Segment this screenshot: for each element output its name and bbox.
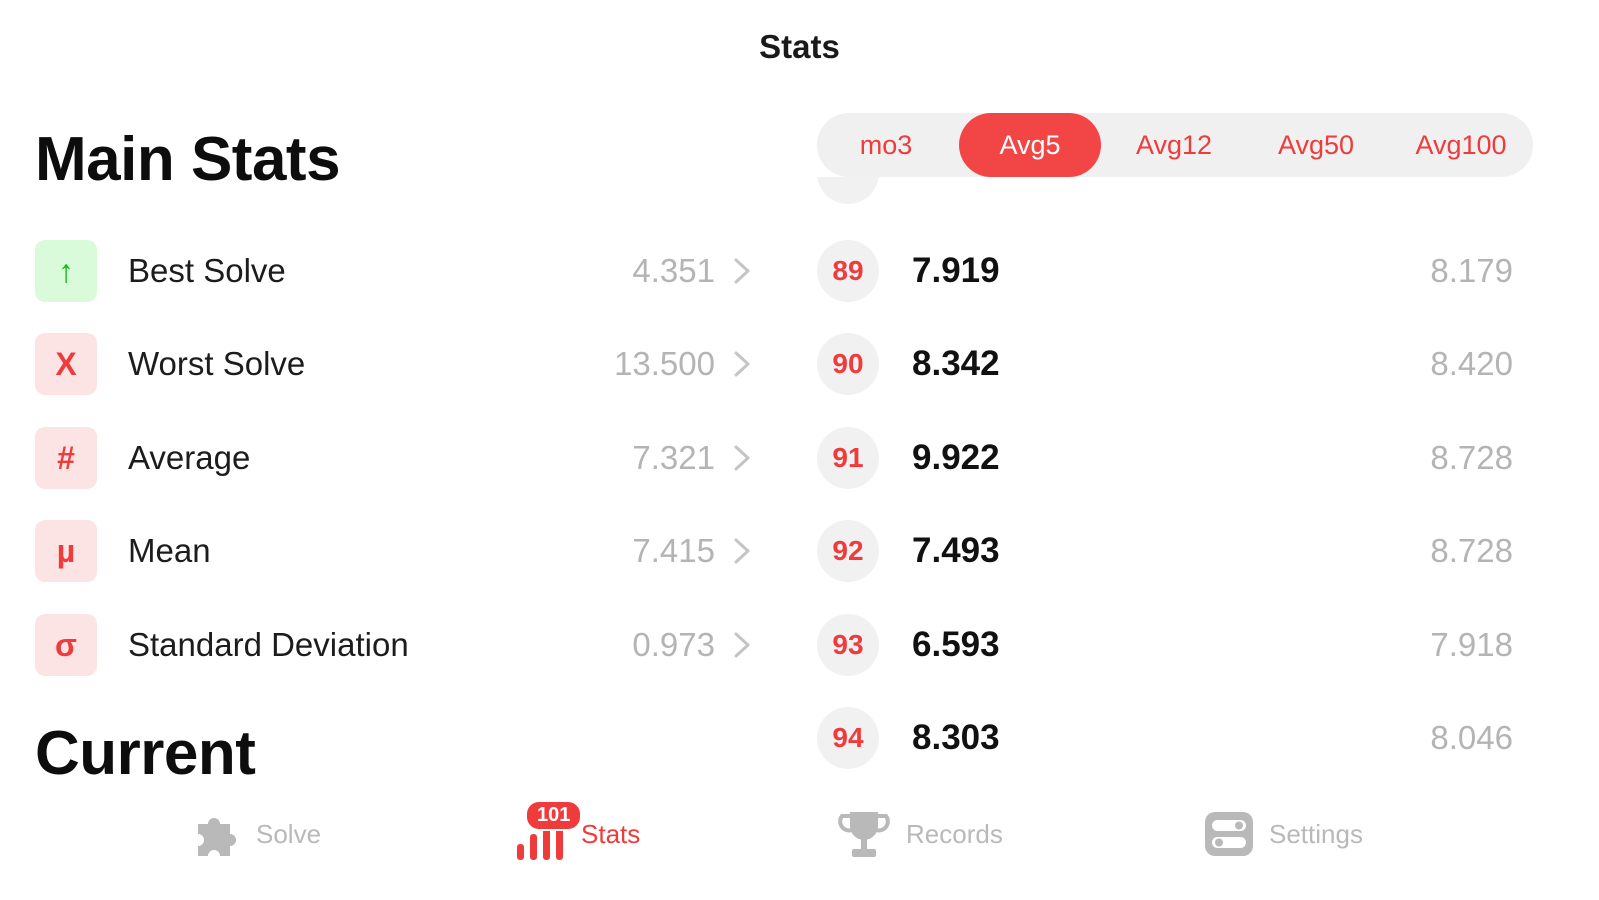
solve-time: 6.593 (912, 625, 1000, 664)
x-icon: X (35, 333, 97, 395)
stat-label: Best Solve (128, 252, 286, 289)
segment-avg12[interactable]: Avg12 (1105, 113, 1243, 177)
average-segmented-control: mo3 Avg5 Avg12 Avg50 Avg100 (817, 113, 1533, 177)
bar-chart-icon: 101 (515, 800, 583, 860)
tab-bar: Solve 101 Stats Records Settings (0, 790, 1599, 900)
hash-icon: # (35, 427, 97, 489)
chevron-right-icon (734, 538, 750, 564)
tab-solve[interactable]: Solve (190, 804, 321, 864)
stat-row-mean[interactable]: µ Mean 7.415 (35, 520, 755, 582)
stat-value: 13.500 (614, 345, 715, 382)
solves-list[interactable]: 89 7.919 8.179 90 8.342 8.420 91 9.922 8… (800, 177, 1560, 787)
segment-avg100[interactable]: Avg100 (1389, 113, 1533, 177)
tab-label: Stats (581, 818, 641, 849)
stat-value: 4.351 (632, 252, 715, 289)
page-title: Stats (759, 28, 840, 65)
solve-row[interactable]: 90 8.342 8.420 (817, 333, 1517, 395)
stat-label: Standard Deviation (128, 626, 409, 663)
solve-average: 8.420 (1430, 345, 1513, 382)
solve-number-badge: 91 (817, 427, 879, 489)
stat-row-average[interactable]: # Average 7.321 (35, 427, 755, 489)
sigma-icon: σ (35, 614, 97, 676)
solve-time: 7.919 (912, 251, 1000, 290)
solve-number-badge (817, 177, 879, 204)
arrow-up-icon: ↑ (35, 240, 97, 302)
solve-average: 8.046 (1430, 719, 1513, 756)
toggle-settings-icon (1205, 812, 1253, 856)
stat-label: Average (128, 439, 251, 476)
tab-label: Solve (256, 818, 322, 849)
solve-average: 8.179 (1430, 252, 1513, 289)
solve-average: 8.728 (1430, 439, 1513, 476)
chevron-right-icon (734, 445, 750, 471)
solve-row[interactable]: 93 6.593 7.918 (817, 614, 1517, 676)
stat-value: 7.415 (632, 532, 715, 569)
chevron-right-icon (734, 351, 750, 377)
stat-value: 7.321 (632, 439, 715, 476)
solve-average: 7.918 (1430, 626, 1513, 663)
tab-label: Settings (1269, 818, 1363, 849)
segment-avg5[interactable]: Avg5 (959, 113, 1101, 177)
solve-time: 8.342 (912, 344, 1000, 383)
solve-number-badge: 89 (817, 240, 879, 302)
tab-label: Records (906, 818, 1003, 849)
solve-time: 8.303 (912, 718, 1000, 757)
solve-time: 7.493 (912, 531, 1000, 570)
stats-count-badge: 101 (525, 800, 583, 831)
solve-time: 9.922 (912, 438, 1000, 477)
stat-value: 0.973 (632, 626, 715, 663)
segment-avg50[interactable]: Avg50 (1247, 113, 1385, 177)
tab-settings[interactable]: Settings (1203, 804, 1363, 864)
solve-average: 8.728 (1430, 532, 1513, 569)
stat-row-best-solve[interactable]: ↑ Best Solve 4.351 (35, 240, 755, 302)
tab-stats[interactable]: 101 Stats (515, 800, 641, 864)
solve-row[interactable]: 92 7.493 8.728 (817, 520, 1517, 582)
puzzle-icon (198, 818, 236, 856)
stat-label: Worst Solve (128, 345, 306, 382)
segment-mo3[interactable]: mo3 (817, 113, 955, 177)
solve-number-badge: 94 (817, 707, 879, 769)
stat-row-worst-solve[interactable]: X Worst Solve 13.500 (35, 333, 755, 395)
trophy-icon (838, 812, 890, 857)
solve-row[interactable]: 91 9.922 8.728 (817, 427, 1517, 489)
main-stats-heading: Main Stats (35, 125, 341, 194)
mu-icon: µ (35, 520, 97, 582)
solve-row[interactable]: 89 7.919 8.179 (817, 240, 1517, 302)
solve-row[interactable]: 94 8.303 8.046 (817, 707, 1517, 769)
solve-number-badge: 92 (817, 520, 879, 582)
stat-label: Mean (128, 532, 211, 569)
chevron-right-icon (734, 632, 750, 658)
tab-records[interactable]: Records (836, 804, 1003, 864)
stat-row-standard-deviation[interactable]: σ Standard Deviation 0.973 (35, 614, 755, 676)
solve-number-badge: 90 (817, 333, 879, 395)
current-heading: Current (35, 719, 256, 788)
solve-number-badge: 93 (817, 614, 879, 676)
chevron-right-icon (734, 258, 750, 284)
